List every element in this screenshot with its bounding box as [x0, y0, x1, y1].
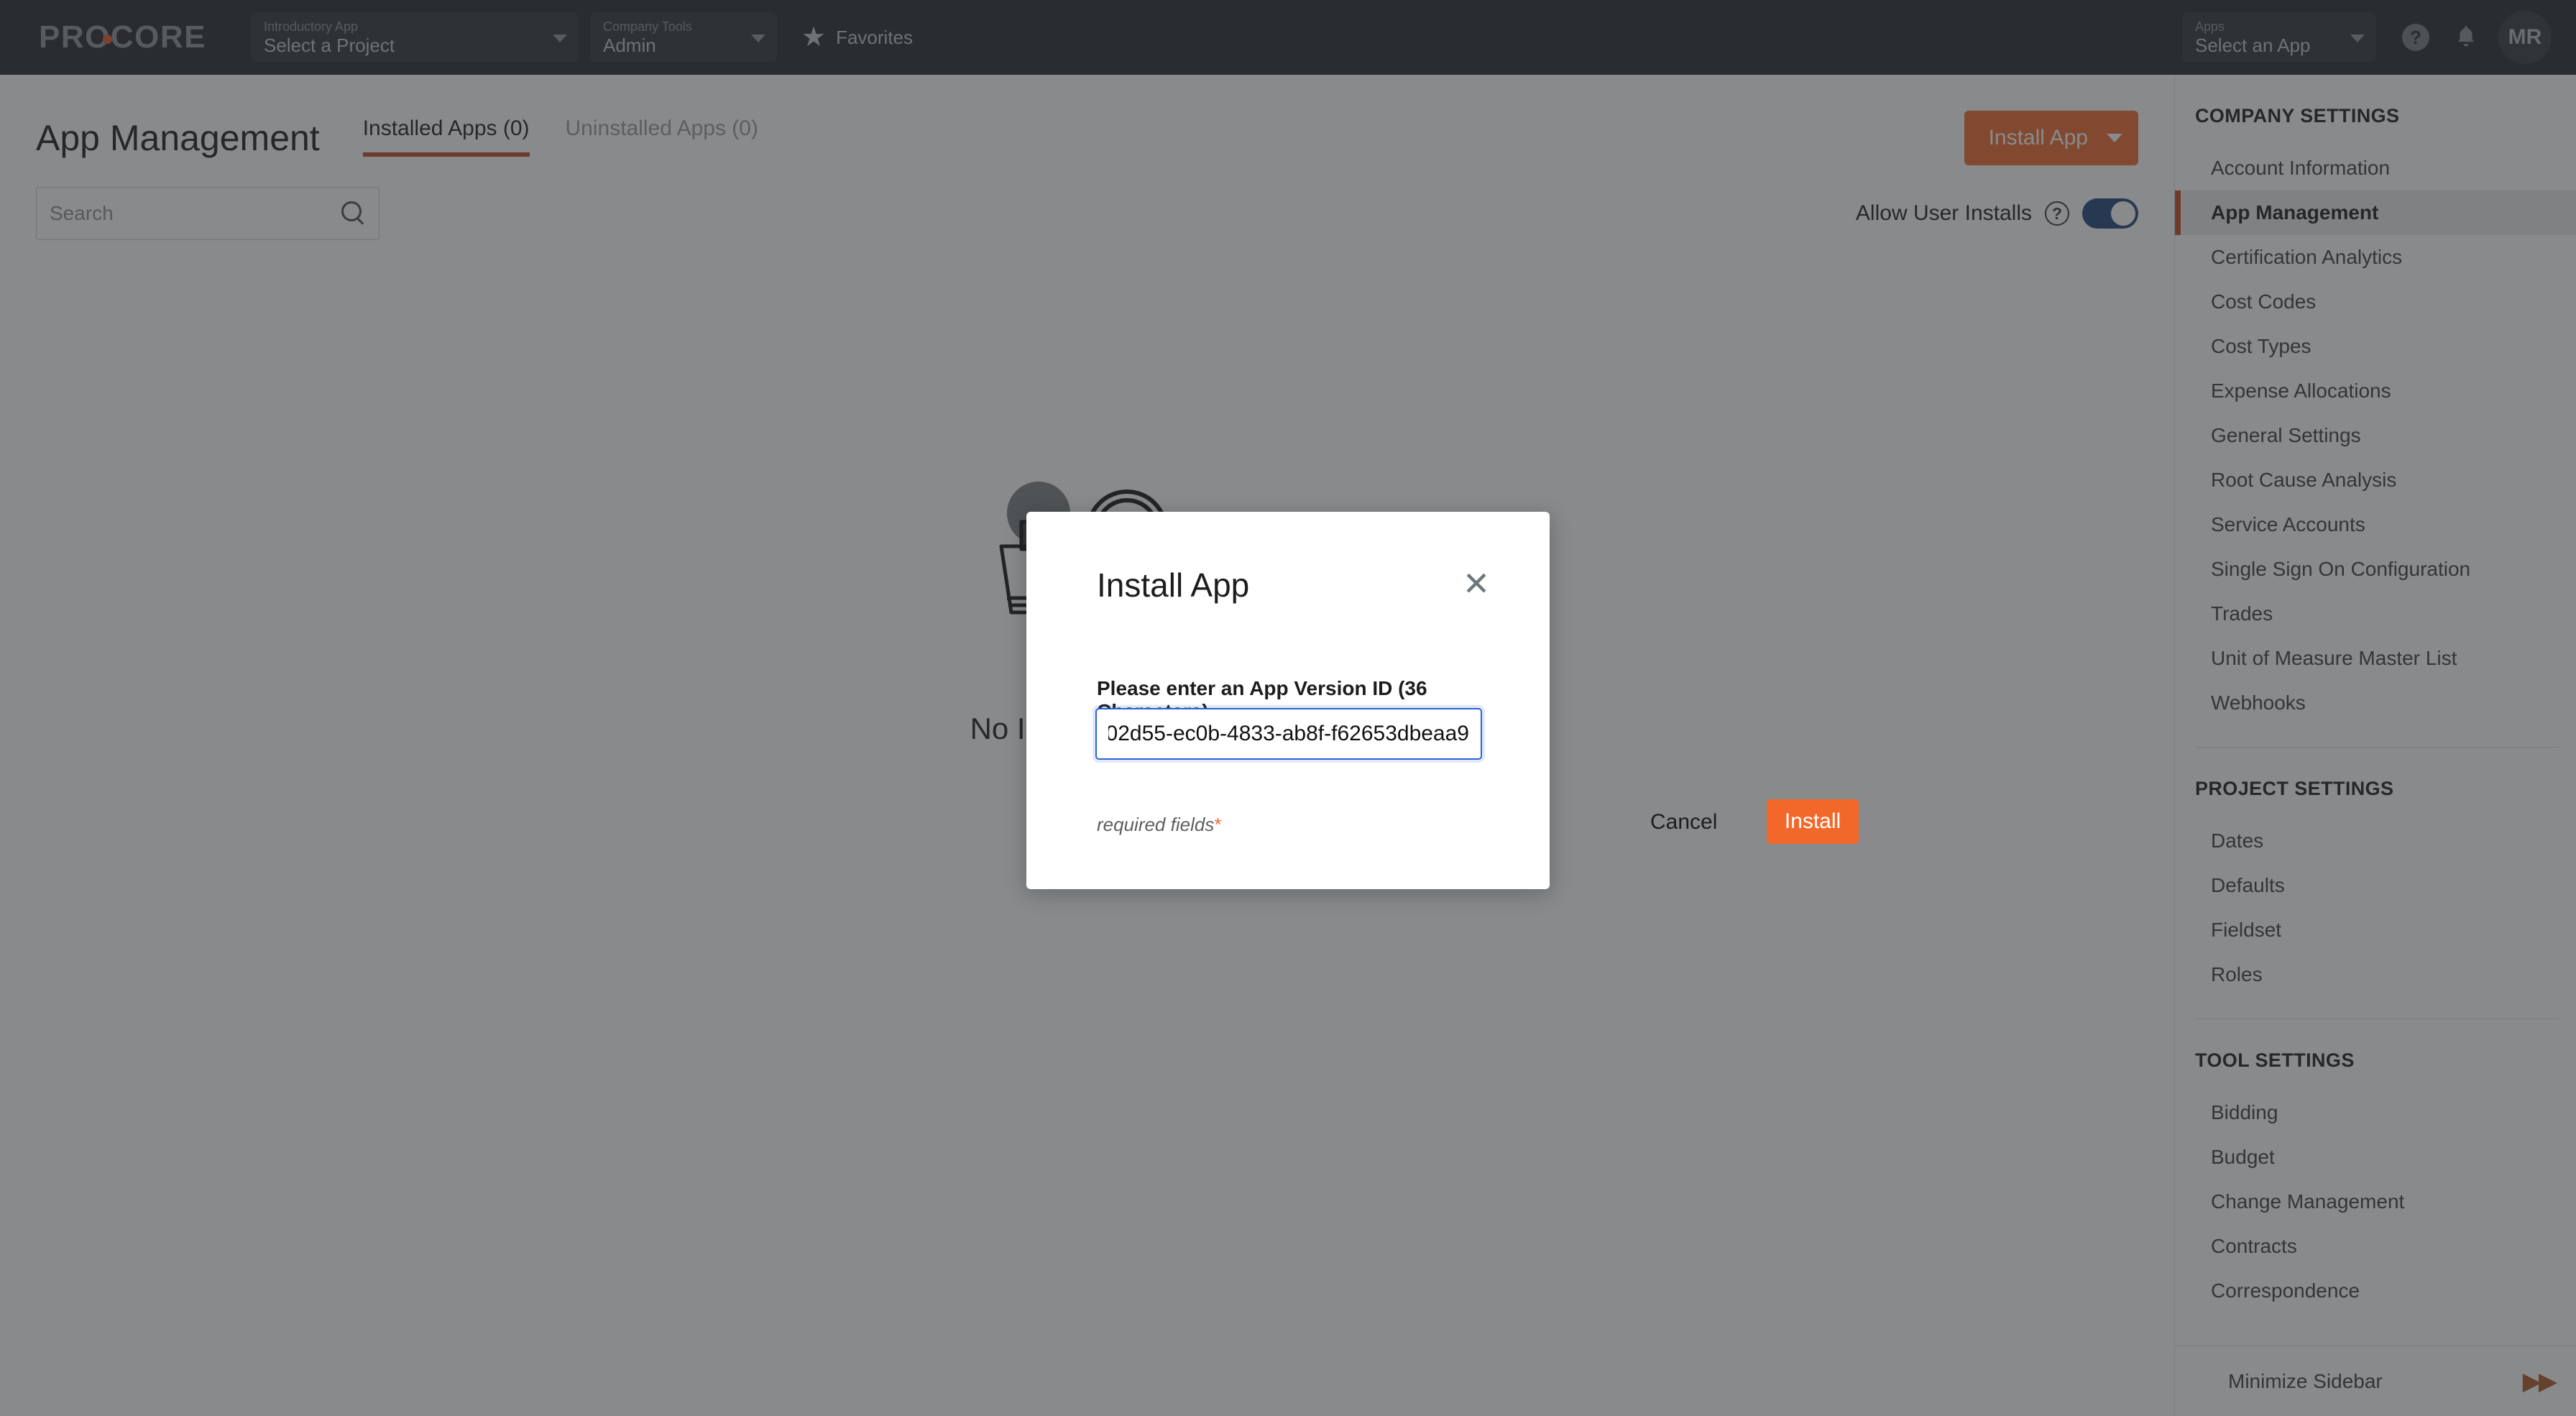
- cancel-button[interactable]: Cancel: [1650, 810, 1717, 835]
- modal-title: Install App: [1097, 566, 1250, 604]
- install-app-modal: Install App ✕ Please enter an App Versio…: [1026, 512, 1859, 889]
- install-button[interactable]: Install: [1767, 799, 1859, 844]
- close-icon[interactable]: ✕: [1458, 565, 1495, 602]
- app-root: PROCORE Introductory App Select a Projec…: [0, 0, 2576, 1416]
- app-version-id-field[interactable]: [1095, 708, 1482, 760]
- app-version-id-input[interactable]: [1108, 722, 1469, 746]
- required-asterisk-icon: *: [1214, 814, 1222, 835]
- required-fields-text: required fields: [1097, 814, 1215, 835]
- required-fields-note: required fields*: [1097, 814, 1221, 836]
